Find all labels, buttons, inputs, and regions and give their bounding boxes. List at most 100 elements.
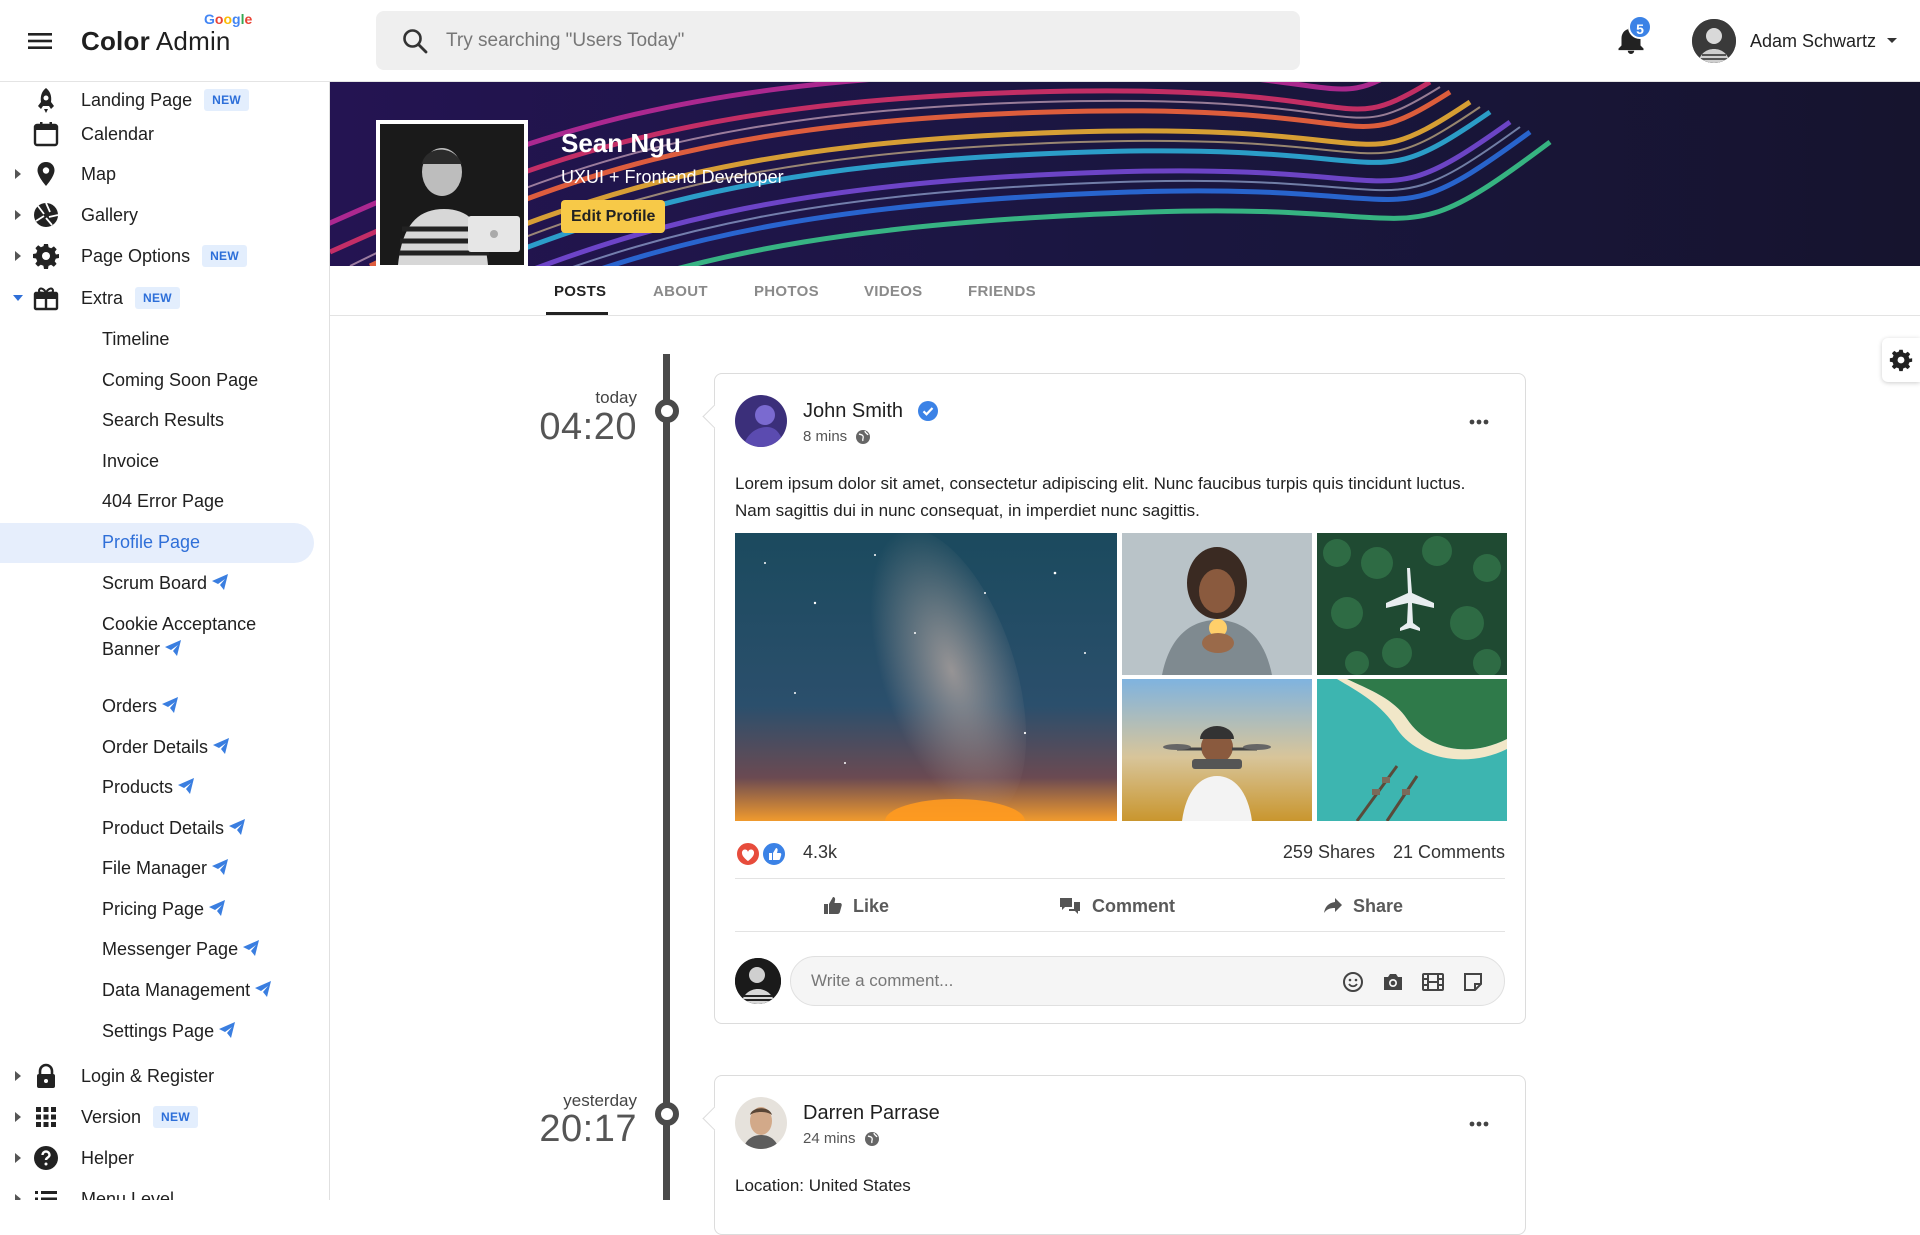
submenu-item-products[interactable]: Products xyxy=(0,767,314,807)
submenu-label: Order Details xyxy=(102,737,209,757)
profile-avatar[interactable] xyxy=(376,120,528,269)
film-icon[interactable] xyxy=(1421,970,1445,994)
sidebar-item-login-register[interactable]: Login & Register xyxy=(0,1056,314,1096)
tab-about[interactable]: ABOUT xyxy=(653,283,708,300)
search-icon[interactable] xyxy=(402,28,428,54)
sidebar-item-menu-level[interactable]: Menu Level xyxy=(0,1179,314,1200)
submenu-label: Pricing Page xyxy=(102,899,205,919)
tab-photos[interactable]: PHOTOS xyxy=(754,283,819,300)
hamburger-menu-icon[interactable] xyxy=(26,27,54,55)
chevron-right-icon xyxy=(15,1153,21,1163)
submenu-item-coming-soon[interactable]: Coming Soon Page xyxy=(0,361,314,401)
post-meta: 8 mins xyxy=(803,428,871,445)
submenu-item-product-details[interactable]: Product Details xyxy=(0,808,314,848)
post-author-name[interactable]: John Smith xyxy=(803,400,903,423)
more-options-icon[interactable] xyxy=(1469,1121,1489,1127)
reaction-summary: 4.3k 259 Shares 21 Comments xyxy=(735,838,1505,868)
share-button[interactable]: Share xyxy=(1323,879,1403,933)
theme-settings-button[interactable] xyxy=(1882,338,1920,382)
sidebar-item-map[interactable]: Map xyxy=(0,154,314,194)
submenu-item-cookie-banner[interactable]: Cookie Acceptance Banner xyxy=(0,604,314,664)
submenu-item-search-results[interactable]: Search Results xyxy=(0,401,314,441)
submenu-item-invoice[interactable]: Invoice xyxy=(0,442,314,482)
comment-count[interactable]: 21 Comments xyxy=(1393,842,1505,863)
chevron-right-icon xyxy=(15,169,21,179)
edit-profile-button[interactable]: Edit Profile xyxy=(561,200,666,233)
sidebar-item-version[interactable]: Version NEW xyxy=(0,1097,314,1137)
tab-posts[interactable]: POSTS xyxy=(554,283,606,300)
submenu-item-timeline[interactable]: Timeline xyxy=(0,320,314,360)
comment-input[interactable] xyxy=(811,957,1311,1005)
camera-icon[interactable] xyxy=(1381,970,1405,994)
submenu-item-file-manager[interactable]: File Manager xyxy=(0,848,314,888)
submenu-item-settings[interactable]: Settings Page xyxy=(0,1011,314,1051)
submenu-label: Profile Page xyxy=(102,532,201,552)
telegram-icon xyxy=(209,900,226,916)
top-header: Color Admin Google 5 Adam Schwartz xyxy=(0,0,1920,82)
submenu-label: Cookie Acceptance xyxy=(102,614,257,634)
submenu-item-scrum-board[interactable]: Scrum Board xyxy=(0,564,314,604)
submenu-label: Invoice xyxy=(102,451,160,471)
share-icon xyxy=(1324,898,1342,913)
sidebar: Landing Page NEW Calendar Map Gallery Pag… xyxy=(0,82,330,1200)
submenu-label: Banner xyxy=(102,639,161,659)
submenu-item-order-details[interactable]: Order Details xyxy=(0,727,314,767)
submenu-item-profile-page[interactable]: Profile Page xyxy=(0,523,314,563)
telegram-icon xyxy=(178,778,195,794)
chevron-down-icon xyxy=(13,295,23,301)
submenu-item-orders[interactable]: Orders xyxy=(0,686,314,726)
sidebar-item-label: Extra xyxy=(81,288,124,308)
submenu-label: 404 Error Page xyxy=(102,491,225,511)
list-icon xyxy=(35,1191,57,1200)
gallery-photo-sparkler[interactable] xyxy=(1122,533,1312,675)
post-author-name[interactable]: Darren Parrase xyxy=(803,1102,940,1125)
user-menu[interactable]: Adam Schwartz xyxy=(1692,18,1898,64)
new-badge: NEW xyxy=(202,245,247,267)
share-count[interactable]: 259 Shares xyxy=(1283,842,1375,863)
like-button[interactable]: Like xyxy=(823,879,889,933)
post-author-avatar[interactable] xyxy=(735,395,787,447)
comment-composer xyxy=(735,956,1505,1006)
more-options-icon[interactable] xyxy=(1469,419,1489,425)
telegram-icon xyxy=(162,697,179,713)
chevron-right-icon xyxy=(15,1112,21,1122)
post-card: Darren Parrase 24 mins Location: United … xyxy=(714,1075,1526,1235)
sidebar-item-extra[interactable]: Extra NEW xyxy=(0,278,314,318)
tab-friends[interactable]: FRIENDS xyxy=(968,283,1036,300)
calendar-icon xyxy=(33,122,59,147)
notification-badge: 5 xyxy=(1628,15,1652,39)
globe-icon xyxy=(864,1131,879,1146)
emoji-icon[interactable] xyxy=(1341,970,1365,994)
chevron-right-icon xyxy=(15,1194,21,1200)
reaction-count[interactable]: 4.3k xyxy=(803,842,837,863)
sidebar-item-calendar[interactable]: Calendar xyxy=(0,114,314,154)
submenu-label: Timeline xyxy=(102,329,170,349)
telegram-icon xyxy=(213,738,230,754)
search-input[interactable] xyxy=(446,11,1266,70)
sidebar-item-label: Helper xyxy=(81,1147,135,1168)
submenu-item-404-error[interactable]: 404 Error Page xyxy=(0,482,314,522)
sidebar-item-label: Gallery xyxy=(81,204,139,225)
tab-videos[interactable]: VIDEOS xyxy=(864,283,922,300)
submenu-item-data-management[interactable]: Data Management xyxy=(0,970,314,1010)
gallery-photo-forest-plane[interactable] xyxy=(1317,533,1507,675)
aperture-icon xyxy=(34,202,59,227)
submenu-label: File Manager xyxy=(102,858,208,878)
submenu-item-messenger[interactable]: Messenger Page xyxy=(0,929,314,969)
sidebar-item-label: Landing Page xyxy=(81,90,193,110)
sidebar-item-gallery[interactable]: Gallery xyxy=(0,195,314,235)
sidebar-item-page-options[interactable]: Page Options NEW xyxy=(0,236,314,276)
comment-button[interactable]: Comment xyxy=(1058,879,1175,933)
brand-logo[interactable]: Color Admin xyxy=(81,26,231,57)
post-card: John Smith 8 mins Lorem ipsum dolor sit … xyxy=(714,373,1526,1024)
chevron-right-icon xyxy=(15,1071,21,1081)
post-author-avatar[interactable] xyxy=(735,1097,787,1149)
gallery-photo-island[interactable] xyxy=(1317,679,1507,821)
gallery-photo-drone[interactable] xyxy=(1122,679,1312,821)
gallery-photo-milky-way[interactable] xyxy=(735,533,1117,821)
timeline-day: today xyxy=(595,388,637,407)
sidebar-item-helper[interactable]: Helper xyxy=(0,1138,314,1178)
submenu-item-pricing[interactable]: Pricing Page xyxy=(0,889,314,929)
sticker-icon[interactable] xyxy=(1461,970,1485,994)
post-text: Lorem ipsum dolor sit amet, consectetur … xyxy=(735,474,1466,520)
